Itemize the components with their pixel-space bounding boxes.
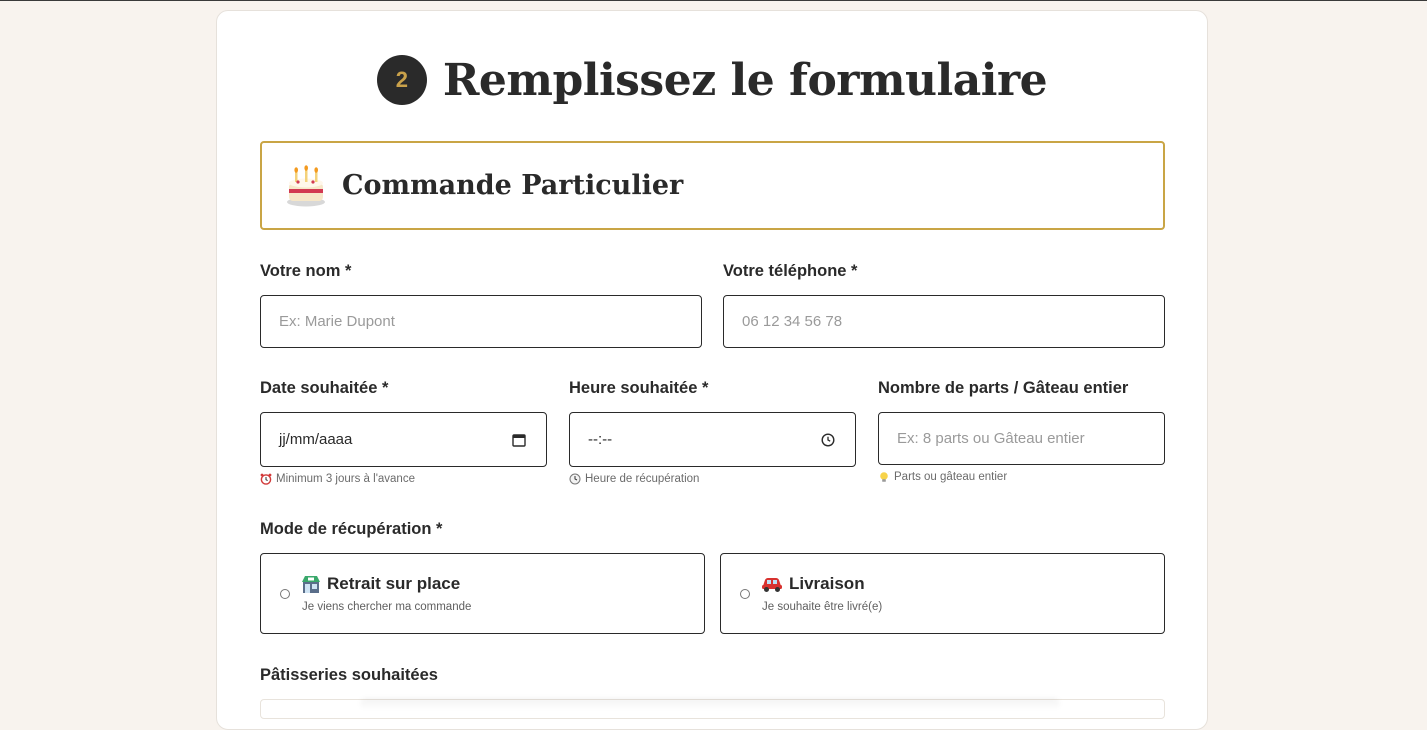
page-title: Remplissez le formulaire [442, 54, 1048, 106]
time-hint-text: Heure de récupération [585, 473, 700, 485]
clock-icon [569, 473, 581, 485]
car-icon [762, 578, 782, 592]
pickup-mode-label: Mode de récupération * [260, 520, 443, 538]
pickup-option-retrait[interactable]: Retrait sur place Je viens chercher ma c… [260, 553, 705, 634]
phone-placeholder: 06 12 34 56 78 [742, 313, 843, 330]
alarm-clock-icon [260, 473, 272, 485]
time-hint: Heure de récupération [569, 473, 699, 485]
parts-hint-text: Parts ou gâteau entier [894, 471, 1008, 483]
pickup-option-title: Livraison [761, 574, 865, 594]
store-icon [302, 576, 320, 593]
pickup-option-title: Retrait sur place [301, 574, 460, 594]
calendar-icon[interactable] [512, 433, 526, 447]
clock-icon[interactable] [821, 432, 835, 447]
radio-retrait[interactable] [280, 589, 290, 599]
floating-bar-shadow [360, 698, 1060, 710]
phone-field[interactable]: 06 12 34 56 78 [723, 295, 1165, 348]
pickup-option-desc: Je souhaite être livré(e) [762, 601, 883, 613]
order-type-title: Commande Particulier [342, 170, 684, 201]
name-field[interactable]: Ex: Marie Dupont [260, 295, 702, 348]
pickup-option-title-text: Retrait sur place [327, 574, 461, 593]
pastries-label: Pâtisseries souhaitées [260, 666, 438, 684]
parts-placeholder: Ex: 8 parts ou Gâteau entier [897, 430, 1085, 447]
parts-hint: Parts ou gâteau entier [878, 471, 1007, 483]
phone-label: Votre téléphone * [723, 262, 858, 280]
pickup-option-desc: Je viens chercher ma commande [302, 601, 472, 613]
date-value: jj/mm/aaaa [279, 431, 353, 448]
time-field[interactable]: --:-- [569, 412, 856, 467]
radio-livraison[interactable] [740, 589, 750, 599]
date-label: Date souhaitée * [260, 379, 389, 397]
pickup-option-title-text: Livraison [789, 574, 865, 593]
time-value: --:-- [588, 431, 613, 448]
time-label: Heure souhaitée * [569, 379, 709, 397]
order-type-banner: Commande Particulier [260, 141, 1165, 230]
lightbulb-icon [880, 472, 888, 482]
parts-label: Nombre de parts / Gâteau entier [878, 379, 1129, 397]
date-hint: Minimum 3 jours à l'avance [260, 473, 415, 485]
parts-field[interactable]: Ex: 8 parts ou Gâteau entier [878, 412, 1165, 465]
birthday-cake-icon [287, 164, 325, 206]
date-field[interactable]: jj/mm/aaaa [260, 412, 547, 467]
pickup-option-livraison[interactable]: Livraison Je souhaite être livré(e) [720, 553, 1165, 634]
step-header: 2 Remplissez le formulaire [216, 52, 1208, 108]
name-placeholder: Ex: Marie Dupont [279, 313, 395, 330]
step-number-badge: 2 [376, 55, 427, 105]
window-top-border [0, 0, 1427, 1]
name-label: Votre nom * [260, 262, 352, 280]
date-hint-text: Minimum 3 jours à l'avance [276, 473, 415, 485]
